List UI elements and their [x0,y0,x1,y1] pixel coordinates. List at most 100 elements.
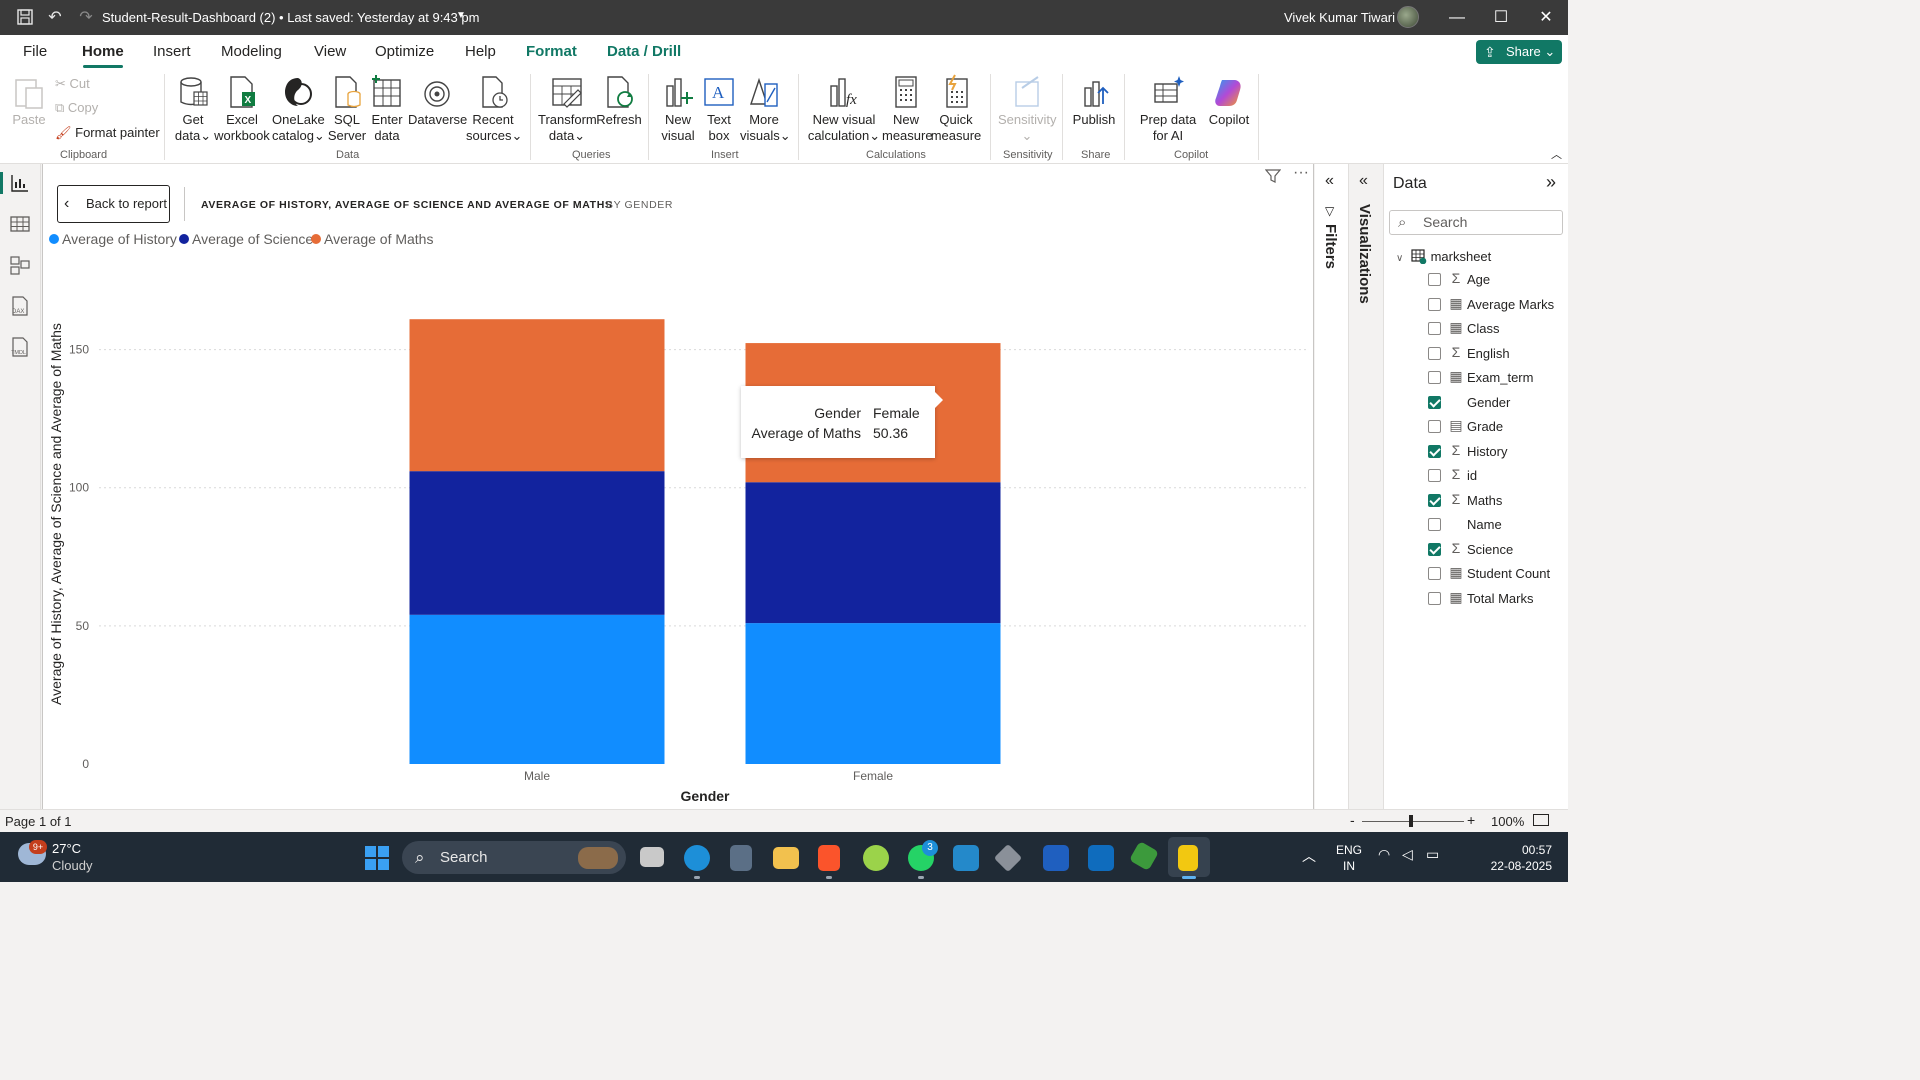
quick-measure-button[interactable]: Quick measure [930,74,982,144]
onelake-catalog-button[interactable]: OneLake catalog⌄ [272,74,325,144]
unity-icon[interactable] [993,843,1023,873]
save-icon[interactable] [15,8,35,28]
report-view-icon[interactable] [9,172,31,194]
bar-segment-average-of-science-male[interactable] [409,471,665,615]
tab-help[interactable]: Help [465,43,496,60]
paste-button[interactable]: Paste [10,74,48,128]
tab-file[interactable]: File [23,43,47,60]
field-checkbox[interactable] [1428,493,1441,507]
bar-segment-average-of-maths-male[interactable] [409,319,665,472]
document-title[interactable]: Student-Result-Dashboard (2) • Last save… [102,10,479,25]
report-canvas[interactable]: ‹ Back to report AVERAGE OF HISTORY, AVE… [42,164,1314,809]
tab-modeling[interactable]: Modeling [221,43,282,60]
field-checkbox[interactable] [1428,395,1441,409]
tab-format[interactable]: Format [526,43,577,60]
battery-icon[interactable]: ▭ [1426,846,1439,863]
windows-start-icon[interactable] [365,846,389,870]
prep-data-for-ai-button[interactable]: Prep data for AI [1131,74,1205,144]
cloud-app-icon[interactable] [863,845,889,871]
field-checkbox[interactable] [1428,273,1441,286]
volume-icon[interactable]: ◁ [1402,846,1413,863]
data-search-input[interactable]: ⌕ Search [1389,210,1563,235]
user-name[interactable]: Vivek Kumar Tiwari [1284,10,1395,25]
system-clock[interactable]: 00:57 22-08-2025 [1488,842,1552,874]
dax-query-view-icon[interactable]: DAX [9,295,31,317]
format-painter-button[interactable]: 🖌 Format painter [55,125,160,141]
field-checkbox[interactable] [1428,322,1441,335]
minimize-icon[interactable]: — [1446,7,1468,29]
new-visual-button[interactable]: New visual [658,74,698,144]
refresh-button[interactable]: Refresh [596,74,642,128]
fit-to-page-icon[interactable] [1533,814,1549,826]
text-box-button[interactable]: A Text box [700,74,738,144]
collapse-data-pane-icon[interactable]: » [1546,172,1556,193]
maximize-icon[interactable]: ☐ [1490,7,1512,29]
publish-button[interactable]: Publish [1070,74,1118,128]
edge-icon[interactable] [684,845,710,871]
wifi-icon[interactable]: ◠ [1378,846,1390,863]
calculator-icon[interactable] [730,845,752,871]
vscode-icon[interactable] [953,845,979,871]
tmdl-view-icon[interactable]: TMDL [9,336,31,358]
tab-home[interactable]: Home [82,43,124,60]
power-bi-icon[interactable] [1178,845,1198,871]
get-data-button[interactable]: Get data⌄ [172,74,214,144]
tab-insert[interactable]: Insert [153,43,191,60]
zoom-in-icon[interactable]: + [1467,812,1475,828]
bar-segment-average-of-science-female[interactable] [745,482,1001,624]
field-checkbox[interactable] [1428,346,1441,360]
copilot-button[interactable]: Copilot [1206,74,1252,128]
expand-visualizations-icon[interactable]: « [1359,172,1368,190]
stacked-column-chart[interactable]: 0 50 100 150 Male Female Gender Average of Hist… [43,164,1315,809]
input-language[interactable]: ENG IN [1336,842,1362,874]
field-checkbox[interactable] [1428,297,1441,311]
new-visual-calculation-button[interactable]: fx New visual calculation⌄ [806,74,882,144]
bar-segment-average-of-history-female[interactable] [745,623,1001,764]
nodejs-icon[interactable] [1128,840,1160,872]
weather-temperature[interactable]: 27°C [52,841,81,856]
field-checkbox[interactable] [1428,542,1441,556]
sensitivity-button[interactable]: Sensitivity ⌄ [998,74,1057,144]
expand-filters-icon[interactable]: « [1325,172,1334,190]
tab-optimize[interactable]: Optimize [375,43,434,60]
collapse-ribbon-icon[interactable]: ︿ [1551,146,1562,162]
dataverse-button[interactable]: Dataverse [408,74,467,128]
recent-sources-button[interactable]: Recent sources⌄ [466,74,522,144]
brave-icon[interactable] [818,845,840,871]
enter-data-button[interactable]: Enter data [368,74,406,144]
table-node-marksheet[interactable]: ∨ marksheet [1396,248,1491,265]
avatar[interactable] [1397,6,1419,28]
zoom-level[interactable]: 100% [1491,814,1524,829]
new-measure-button[interactable]: New measure [882,74,933,144]
share-button[interactable]: ⇪ Share ⌄ [1476,40,1562,64]
table-view-icon[interactable] [9,213,31,235]
zoom-slider-thumb[interactable] [1409,815,1413,827]
cut-button[interactable]: ✂ Cut [55,76,90,92]
field-checkbox[interactable] [1428,591,1441,605]
azure-data-studio-icon[interactable] [1043,845,1069,871]
transform-data-button[interactable]: Transform data⌄ [538,74,597,144]
excel-workbook-button[interactable]: X Excel workbook [214,74,270,144]
tab-data-drill[interactable]: Data / Drill [607,43,681,60]
undo-icon[interactable]: ↶ [45,8,65,28]
filters-pane[interactable]: « ▽ Filters [1315,164,1349,809]
redo-icon[interactable]: ↷ [76,8,96,28]
field-checkbox[interactable] [1428,420,1441,433]
copy-button[interactable]: ⧉ Copy [55,100,98,116]
field-checkbox[interactable] [1428,371,1441,384]
field-checkbox[interactable] [1428,469,1441,482]
more-visuals-button[interactable]: More visuals⌄ [740,74,791,144]
chevron-up-icon[interactable]: ︿ [1302,846,1316,866]
outlook-icon[interactable] [1088,845,1114,871]
file-explorer-icon[interactable] [773,847,799,869]
visualizations-pane[interactable]: « Visualizations [1349,164,1384,809]
field-checkbox[interactable] [1428,444,1441,458]
close-icon[interactable]: ✕ [1535,7,1557,29]
bar-segment-average-of-history-male[interactable] [409,614,665,764]
tab-view[interactable]: View [314,43,346,60]
sql-server-button[interactable]: SQL Server [326,74,368,144]
taskbar-search[interactable]: ⌕ Search [402,841,626,874]
weather-description[interactable]: Cloudy [52,858,92,873]
zoom-out-icon[interactable]: - [1350,812,1355,828]
chevron-down-icon[interactable]: ▼ [456,10,466,21]
